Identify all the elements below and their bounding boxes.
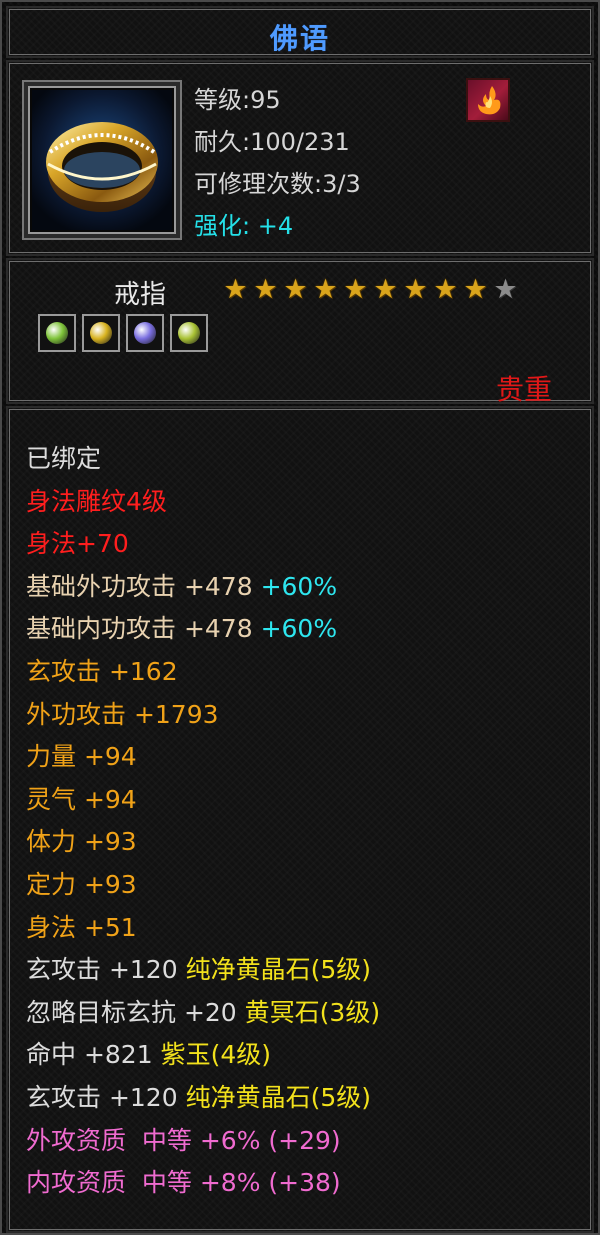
rarity-label: 贵重	[495, 373, 552, 406]
attribute-text: 玄攻击 +120	[26, 1082, 178, 1112]
attribute-text: 灵气 +94	[26, 784, 137, 814]
repair-count-text: 可修理次数:3/3	[194, 170, 361, 198]
attribute-row: 外功攻击 +1793	[26, 694, 380, 737]
attribute-row: 身法+70	[26, 523, 380, 566]
item-info-panel: 等级:95 耐久:100/231 可修理次数:3/3 强化: +4	[6, 60, 594, 256]
star-filled-icon: ★	[283, 274, 308, 305]
attribute-row: 外攻资质 中等 +6% (+29)	[26, 1120, 380, 1163]
attribute-extra: 纯净黄晶石(5级)	[177, 1082, 371, 1112]
level-text: 等级:95	[194, 86, 281, 114]
star-filled-icon: ★	[343, 274, 368, 305]
star-filled-icon: ★	[313, 274, 338, 305]
purple-gem-icon	[134, 322, 156, 344]
attribute-row: 玄攻击 +120 纯净黄晶石(5级)	[26, 949, 380, 992]
item-type: 戒指	[114, 280, 167, 310]
attribute-row: 基础外功攻击 +478 +60%	[26, 566, 380, 609]
item-tooltip: 佛语 等级:95 耐久:100/231 可修理次数:3/3 强化: +4 戒指 …	[0, 0, 600, 1235]
attribute-text: 身法 +51	[26, 912, 137, 942]
durability-text: 耐久:100/231	[194, 128, 350, 156]
gem-slot[interactable]	[126, 314, 164, 352]
attribute-row: 力量 +94	[26, 736, 380, 779]
attribute-text: 内攻资质 中等 +8% (+38)	[26, 1168, 341, 1198]
attribute-text: 身法雕纹4级	[26, 486, 167, 516]
attribute-row: 定力 +93	[26, 864, 380, 907]
attribute-row: 身法 +51	[26, 907, 380, 950]
attribute-text: 体力 +93	[26, 827, 137, 857]
attribute-text: 定力 +93	[26, 869, 137, 899]
star-filled-icon: ★	[403, 274, 428, 305]
enhance-label: 强化:	[194, 212, 251, 240]
attribute-text: 基础内功攻击 +478	[26, 614, 253, 644]
attribute-text: 忽略目标玄抗 +20	[26, 997, 237, 1027]
item-summary-panel: 戒指 ★ ★ ★ ★ ★ ★ ★ ★ ★ ★ 贵重	[6, 258, 594, 406]
attribute-row: 基础内功攻击 +478 +60%	[26, 608, 380, 651]
attribute-text: 基础外功攻击 +478	[26, 571, 253, 601]
attribute-extra: +60%	[252, 614, 338, 644]
item-icon-frame	[22, 80, 182, 240]
attribute-list: 已绑定 身法雕纹4级 身法+70 基础外功攻击 +478 +60% 基础内功攻击 +47…	[26, 438, 380, 1205]
gem-slot[interactable]	[38, 314, 76, 352]
attribute-text: 玄攻击 +162	[26, 656, 178, 686]
star-filled-icon: ★	[433, 274, 458, 305]
gem-slots	[38, 314, 208, 352]
attribute-row: 玄攻击 +120 纯净黄晶石(5级)	[26, 1077, 380, 1120]
attribute-text: 玄攻击 +120	[26, 955, 178, 985]
attribute-row: 内攻资质 中等 +8% (+38)	[26, 1162, 380, 1205]
attribute-extra: 黄冥石(3级)	[236, 997, 381, 1027]
attribute-row: 忽略目标玄抗 +20 黄冥石(3级)	[26, 992, 380, 1035]
star-rating: ★ ★ ★ ★ ★ ★ ★ ★ ★ ★	[222, 276, 519, 303]
attribute-panel: 已绑定 身法雕纹4级 身法+70 基础外功攻击 +478 +60% 基础内功攻击 +47…	[6, 406, 594, 1233]
star-filled-icon: ★	[463, 274, 488, 305]
attribute-extra: +60%	[252, 571, 338, 601]
attribute-row: 灵气 +94	[26, 779, 380, 822]
attribute-text: 力量 +94	[26, 742, 137, 772]
star-filled-icon: ★	[373, 274, 398, 305]
item-name: 佛语	[269, 22, 330, 55]
attribute-row: 玄攻击 +162	[26, 651, 380, 694]
green-gem-icon	[46, 322, 68, 344]
attribute-text: 命中 +821	[26, 1040, 153, 1070]
attribute-row: 身法雕纹4级	[26, 481, 380, 524]
star-filled-icon: ★	[253, 274, 278, 305]
flame-icon[interactable]	[466, 78, 510, 122]
title-bar: 佛语	[6, 6, 594, 58]
gem-slot[interactable]	[170, 314, 208, 352]
gold-gem-icon	[90, 322, 112, 344]
ring-icon	[32, 90, 172, 230]
enhance-value: +4	[257, 212, 294, 240]
attribute-extra: 纯净黄晶石(5级)	[177, 955, 371, 985]
star-empty-icon: ★	[493, 274, 518, 305]
gem-slot[interactable]	[82, 314, 120, 352]
attribute-text: 身法+70	[26, 529, 129, 559]
attribute-text: 外功攻击 +1793	[26, 699, 219, 729]
attribute-extra: 紫玉(4级)	[152, 1040, 271, 1070]
attribute-row: 体力 +93	[26, 821, 380, 864]
attribute-text: 外攻资质 中等 +6% (+29)	[26, 1125, 341, 1155]
attribute-row: 命中 +821 紫玉(4级)	[26, 1034, 380, 1077]
attribute-text: 已绑定	[26, 444, 102, 473]
attribute-row: 已绑定	[26, 438, 380, 481]
green-gold-gem-icon	[178, 322, 200, 344]
enhance-text: 强化: +4	[194, 206, 293, 241]
star-filled-icon: ★	[223, 274, 248, 305]
